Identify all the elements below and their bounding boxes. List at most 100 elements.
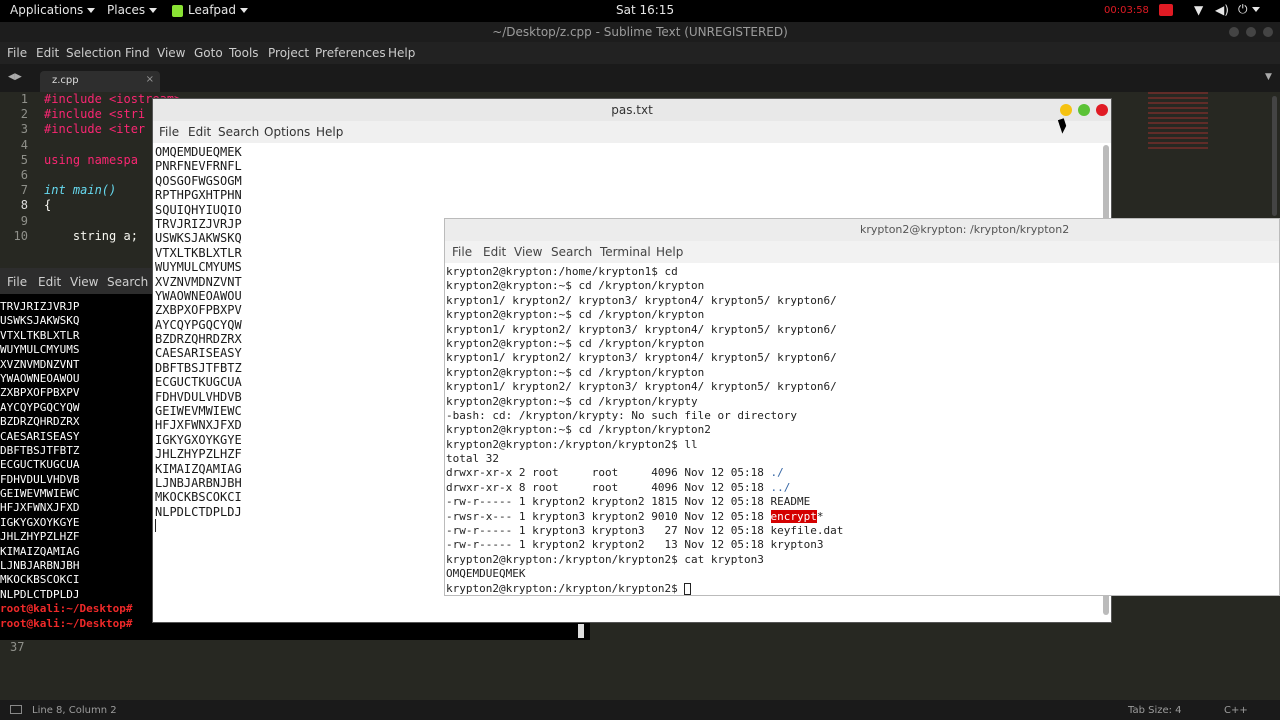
terminal-prompt-line[interactable]: krypton2@krypton:/krypton/krypton2$ [446, 582, 1279, 596]
menu-search[interactable]: Search [551, 245, 592, 259]
terminal-line: -bash: cd: /krypton/krypty: No such file… [446, 408, 797, 422]
bg-terminal-scrollbar[interactable] [578, 624, 584, 638]
panel-toggle-icon[interactable] [10, 705, 22, 714]
menu-edit[interactable]: Edit [483, 245, 506, 259]
leafpad-title-bar[interactable]: pas.txt [153, 99, 1111, 121]
tab-size[interactable]: Tab Size: 4 [1128, 705, 1182, 716]
volume-icon[interactable]: ◀) [1215, 3, 1229, 17]
terminal-line: krypton2@krypton:~$ cd /krypton/krypton2 [446, 423, 711, 437]
terminal-line: HFJXFWNXJFXD [0, 501, 80, 515]
text-line: ZXBPXOFPBXPV [155, 303, 242, 318]
terminal-line: CAESARISEASY [0, 429, 80, 443]
window-title: krypton2@krypton: /krypton/krypton2 [860, 223, 1070, 236]
close-button[interactable] [1263, 27, 1273, 37]
menu-search[interactable]: Search [218, 125, 259, 139]
top-panel: Applications Places Leafpad Sat 16:15 00… [0, 0, 1280, 22]
tab-list-icon[interactable]: ▼ [1265, 72, 1272, 82]
syntax-selector[interactable]: C++ [1224, 705, 1248, 716]
menu-file[interactable]: File [452, 245, 472, 259]
menu-tools[interactable]: Tools [229, 46, 259, 60]
terminal-line: krypton2@krypton:/home/krypton1$ cd [446, 265, 678, 278]
places-menu[interactable]: Places [107, 3, 158, 17]
menu-view[interactable]: View [70, 275, 98, 289]
terminal-line: FDHVDULVHDVB [0, 472, 80, 486]
menu-goto[interactable]: Goto [194, 46, 223, 60]
menu-help[interactable]: Help [656, 245, 683, 259]
menu-file[interactable]: File [159, 125, 179, 139]
terminal-line: total 32 [446, 452, 499, 466]
menu-selection[interactable]: Selection [66, 46, 121, 60]
wifi-icon[interactable]: ▼ [1194, 3, 1203, 17]
menu-find[interactable]: Find [125, 46, 150, 60]
menu-edit[interactable]: Edit [38, 275, 61, 289]
minimize-button[interactable] [1060, 104, 1072, 116]
close-button[interactable] [1096, 104, 1108, 116]
menu-view[interactable]: View [157, 46, 185, 60]
minimap[interactable] [1148, 92, 1208, 152]
leafpad-app-menu[interactable]: Leafpad [172, 3, 249, 17]
menu-preferences[interactable]: Preferences [315, 46, 386, 60]
menu-edit[interactable]: Edit [188, 125, 211, 139]
tab-back-icon[interactable]: ◀▶ [8, 72, 22, 82]
menu-options[interactable]: Options [264, 125, 310, 139]
terminal-line: IGKYGXOYKGYE [0, 515, 80, 529]
maximize-button[interactable] [1246, 27, 1256, 37]
menu-help[interactable]: Help [388, 46, 415, 60]
menu-file[interactable]: File [7, 46, 27, 60]
menu-help[interactable]: Help [316, 125, 343, 139]
terminal-line: GEIWEVMWIEWC [0, 487, 80, 501]
terminal-line: krypton2@krypton:~$ cd /krypton/krypty [446, 394, 698, 408]
vertical-scrollbar[interactable] [1272, 96, 1277, 216]
bg-terminal-output: TRVJRIZJVRJP USWKSJAKWSKQ VTXLTKBLXTLR W… [0, 300, 132, 631]
text-line: HFJXFWNXJFXD [155, 418, 242, 433]
file-name: keyfile.dat [770, 524, 844, 538]
dir-name: ./ [770, 466, 784, 480]
window-title: pas.txt [611, 103, 653, 117]
text-line: WUYMULCMYUMS [155, 260, 242, 275]
minimize-button[interactable] [1229, 27, 1239, 37]
terminal-output[interactable]: krypton2@krypton:/home/krypton1$ cd kryp… [445, 265, 1279, 595]
text-line: RPTHPGXHTPHN [155, 188, 242, 203]
text-line: YWAOWNEOAWOU [155, 288, 242, 303]
menu-project[interactable]: Project [268, 46, 309, 60]
chevron-down-icon [1251, 7, 1260, 12]
terminal-line: krypton1/ krypton2/ krypton3/ krypton4/ … [446, 293, 837, 307]
text-line: AYCQYPGQCYQW [155, 317, 242, 332]
text-line: XVZNVMDNZVNT [155, 274, 242, 289]
terminal-line: BZDRZQHRDZRX [0, 415, 80, 429]
menu-file[interactable]: File [7, 275, 27, 289]
terminal-line: JHLZHYPZLHZF [0, 530, 80, 544]
leafpad-icon [172, 4, 183, 17]
terminal-line: krypton1/ krypton2/ krypton3/ krypton4/ … [446, 351, 837, 365]
maximize-button[interactable] [1078, 104, 1090, 116]
menu-view[interactable]: View [514, 245, 542, 259]
text-line: QOSGOFWGSOGM [155, 173, 242, 188]
terminal-line: krypton2@krypton:~$ cd /krypton/krypton [446, 336, 705, 350]
close-icon[interactable]: × [146, 74, 154, 85]
menu-edit[interactable]: Edit [36, 46, 59, 60]
power-icon[interactable]: ⏻ [1238, 2, 1260, 17]
clock[interactable]: Sat 16:15 [616, 3, 674, 17]
line-number: 2 [20, 107, 28, 122]
terminal-line: TRVJRIZJVRJP [0, 300, 80, 313]
terminal-line: XVZNVMDNZVNT [0, 357, 80, 371]
recorder-icon[interactable] [1159, 4, 1173, 16]
text-line: MKOCKBSCOKCI [155, 490, 242, 505]
record-timer: 00:03:58 [1104, 5, 1149, 16]
text-cursor [155, 519, 242, 533]
terminal-title-bar[interactable]: krypton2@krypton: /krypton/krypton2 [445, 219, 1279, 241]
menu-terminal[interactable]: Terminal [600, 245, 651, 259]
terminal-window[interactable]: krypton2@krypton: /krypton/krypton2 File… [444, 218, 1280, 596]
tab-z-cpp[interactable]: z.cpp × [40, 71, 160, 92]
leafpad-text-area[interactable]: OMQEMDUEQMEK PNRFNEVFRNFL QOSGOFWGSOGM R… [155, 145, 242, 534]
line-number: 4 [20, 137, 28, 152]
applications-menu[interactable]: Applications [10, 3, 96, 17]
terminal-line: krypton2@krypton:/krypton/krypton2$ cat … [446, 552, 764, 566]
text-line: SQUIQHYIUQIO [155, 202, 242, 217]
terminal-line: LJNBJARBNJBH [0, 559, 80, 573]
chevron-down-icon [240, 8, 249, 13]
terminal-line: krypton2@krypton:~$ cd /krypton/krypton [446, 365, 705, 379]
menu-search[interactable]: Search [107, 275, 148, 289]
terminal-menu-bar: File Edit View Search Terminal Help [445, 241, 1279, 263]
terminal-line: krypton1/ krypton2/ krypton3/ krypton4/ … [446, 322, 837, 336]
